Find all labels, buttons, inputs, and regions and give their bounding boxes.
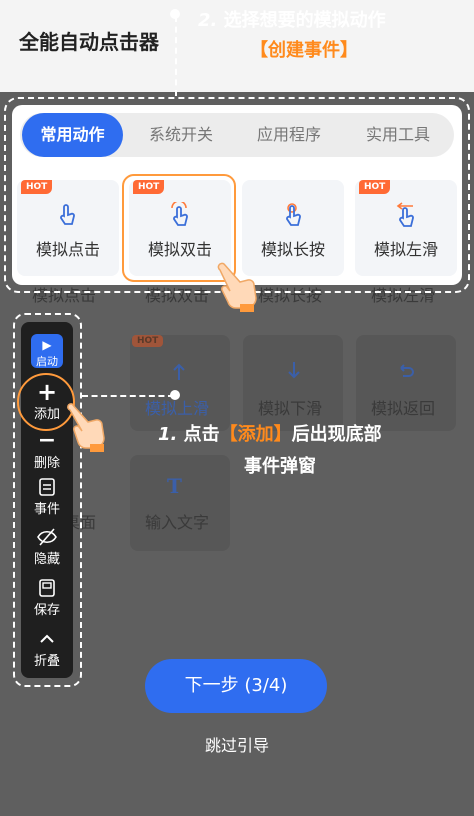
guide-step2-text: 选择想要的模拟动作 [223, 10, 386, 31]
chevron-up-icon [40, 634, 54, 643]
swipe-up-icon [173, 363, 185, 380]
guide-step1-highlight: 【添加】 [219, 424, 292, 445]
action-label: 模拟长按 [260, 240, 325, 259]
action-label: 模拟点击 [35, 240, 100, 259]
bg-action-card [130, 455, 230, 551]
bg-action-label: 模拟返回 [371, 399, 436, 418]
guide-step1-number: 1. [158, 424, 178, 445]
tab-system-switches[interactable]: 系统开关 [131, 113, 231, 157]
action-card-tap[interactable]: HOT 模拟点击 [17, 180, 119, 276]
eye-off-icon [37, 528, 57, 546]
guide-step1-title: 1. 点击【添加】后出现底部 [158, 420, 382, 446]
play-icon: ▶ [42, 338, 52, 352]
skip-guide-link[interactable]: 跳过引导 [0, 732, 474, 756]
events-label: 事件 [33, 502, 60, 517]
guide-step1-line2: 事件弹窗 [244, 456, 316, 477]
guide-connector-horizontal [82, 395, 174, 397]
bg-hot-badge: HOT [132, 335, 164, 347]
pointing-hand-icon [217, 262, 257, 312]
bg-action-label: 输入文字 [145, 513, 210, 532]
next-step-button[interactable]: 下一步 (3/4) [145, 659, 327, 713]
hot-badge: HOT [359, 180, 391, 194]
swipe-down-icon [288, 362, 300, 379]
event-list-icon [39, 478, 55, 496]
guide-connector-vertical [175, 16, 177, 96]
action-label: 模拟左滑 [373, 240, 438, 259]
save-label: 保存 [33, 603, 60, 618]
tap-icon [60, 204, 75, 225]
start-button[interactable]: ▶ 启动 [21, 337, 73, 369]
save-button[interactable]: 保存 [21, 577, 73, 618]
collapse-label: 折叠 [33, 654, 60, 669]
collapse-button[interactable]: 折叠 [21, 628, 73, 669]
back-icon [400, 364, 414, 377]
bg-action-label: 模拟下滑 [258, 399, 323, 418]
long-press-icon [286, 203, 301, 226]
start-label: 启动 [36, 355, 58, 368]
guide-step2-subtitle: 【创建事件】 [250, 40, 358, 61]
hide-label: 隐藏 [33, 552, 60, 567]
guide-step2-number: 2. [198, 10, 218, 31]
tab-common-actions[interactable]: 常用动作 [22, 113, 123, 157]
events-button[interactable]: 事件 [21, 476, 73, 517]
hide-button[interactable]: 隐藏 [21, 526, 73, 567]
app-title: 全能自动点击器 [19, 30, 159, 54]
tab-utilities[interactable]: 实用工具 [348, 113, 448, 157]
save-icon [39, 579, 55, 597]
guide-step1-pre: 点击 [183, 424, 220, 445]
action-card-swipe-left[interactable]: HOT 模拟左滑 [355, 180, 457, 276]
swipe-left-icon [396, 202, 414, 227]
guide-step2-title: 2. 选择想要的模拟动作 [198, 6, 386, 32]
guide-step1-post: 后出现底部 [291, 424, 382, 445]
delete-label: 删除 [33, 456, 60, 471]
tab-applications[interactable]: 应用程序 [239, 113, 339, 157]
guide-dot-left [170, 390, 180, 400]
text-input-icon: T [167, 474, 182, 498]
hot-badge: HOT [21, 180, 53, 194]
pointing-hand-icon [67, 403, 105, 452]
